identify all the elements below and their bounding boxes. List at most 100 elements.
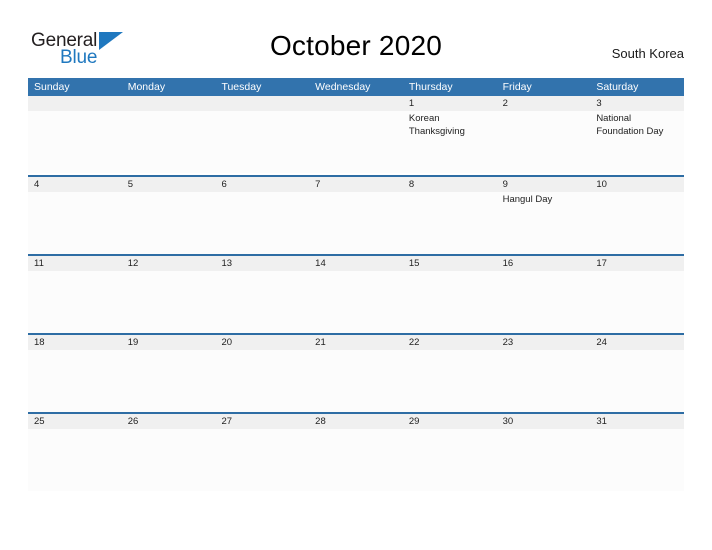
weekday-tuesday: Tuesday bbox=[221, 81, 262, 93]
day-number[interactable]: 19 bbox=[122, 335, 216, 350]
day-number[interactable]: 5 bbox=[122, 177, 216, 192]
week-row: 4 5 6 7 8 9 10 Hangul Day bbox=[28, 175, 684, 254]
day-cell[interactable] bbox=[122, 111, 216, 173]
event-label: National Foundation Day bbox=[596, 113, 664, 137]
day-cell[interactable] bbox=[403, 192, 497, 254]
day-cell[interactable]: Hangul Day bbox=[497, 192, 591, 254]
day-cell[interactable] bbox=[403, 429, 497, 491]
week-date-band: 4 5 6 7 8 9 10 bbox=[28, 177, 684, 192]
weekday-monday: Monday bbox=[127, 81, 166, 93]
weekday-wednesday: Wednesday bbox=[315, 81, 371, 93]
day-cell[interactable] bbox=[122, 350, 216, 412]
day-number[interactable] bbox=[309, 96, 403, 111]
day-number[interactable]: 4 bbox=[28, 177, 122, 192]
day-number[interactable]: 1 bbox=[403, 96, 497, 111]
day-cell[interactable] bbox=[403, 350, 497, 412]
day-number[interactable] bbox=[28, 96, 122, 111]
day-cell[interactable] bbox=[215, 111, 309, 173]
day-number[interactable]: 27 bbox=[215, 414, 309, 429]
week-row: 25 26 27 28 29 30 31 bbox=[28, 412, 684, 491]
day-number[interactable]: 26 bbox=[122, 414, 216, 429]
day-number[interactable]: 21 bbox=[309, 335, 403, 350]
day-cell[interactable] bbox=[215, 429, 309, 491]
day-cell[interactable] bbox=[590, 429, 684, 491]
country-label: South Korea bbox=[611, 46, 684, 61]
week-event-band: Hangul Day bbox=[28, 192, 684, 254]
day-number[interactable] bbox=[122, 96, 216, 111]
day-cell[interactable] bbox=[28, 271, 122, 333]
day-cell[interactable] bbox=[122, 271, 216, 333]
day-number[interactable]: 11 bbox=[28, 256, 122, 271]
day-cell[interactable] bbox=[309, 350, 403, 412]
day-number[interactable]: 14 bbox=[309, 256, 403, 271]
day-cell[interactable] bbox=[28, 429, 122, 491]
week-date-band: 25 26 27 28 29 30 31 bbox=[28, 414, 684, 429]
day-cell[interactable] bbox=[28, 111, 122, 173]
day-number[interactable]: 17 bbox=[590, 256, 684, 271]
day-number[interactable]: 22 bbox=[403, 335, 497, 350]
week-row: 1 2 3 Korean Thanksgiving National Found… bbox=[28, 96, 684, 175]
weekday-thursday: Thursday bbox=[408, 81, 453, 93]
day-cell[interactable]: Korean Thanksgiving bbox=[403, 111, 497, 173]
day-cell[interactable] bbox=[309, 271, 403, 333]
day-cell[interactable] bbox=[403, 271, 497, 333]
day-cell[interactable] bbox=[497, 111, 591, 173]
day-number[interactable]: 24 bbox=[590, 335, 684, 350]
week-event-band bbox=[28, 429, 684, 491]
day-cell[interactable] bbox=[497, 429, 591, 491]
day-number[interactable]: 15 bbox=[403, 256, 497, 271]
week-event-band: Korean Thanksgiving National Foundation … bbox=[28, 111, 684, 173]
day-cell[interactable] bbox=[309, 111, 403, 173]
day-cell[interactable] bbox=[215, 192, 309, 254]
day-cell[interactable] bbox=[28, 350, 122, 412]
day-number[interactable]: 30 bbox=[497, 414, 591, 429]
day-cell[interactable] bbox=[497, 350, 591, 412]
weekday-header-row: Sunday Monday Tuesday Wednesday Thursday… bbox=[28, 78, 684, 96]
day-number[interactable]: 18 bbox=[28, 335, 122, 350]
weekday-friday: Friday bbox=[502, 81, 532, 93]
day-number[interactable]: 7 bbox=[309, 177, 403, 192]
day-number[interactable]: 25 bbox=[28, 414, 122, 429]
day-number[interactable]: 12 bbox=[122, 256, 216, 271]
weekday-sunday: Sunday bbox=[34, 81, 70, 93]
event-label: Korean Thanksgiving bbox=[408, 113, 465, 137]
event-label: Hangul Day bbox=[502, 194, 553, 205]
weekday-saturday: Saturday bbox=[596, 81, 639, 93]
day-cell[interactable] bbox=[215, 350, 309, 412]
week-event-band bbox=[28, 271, 684, 333]
day-cell[interactable] bbox=[28, 192, 122, 254]
day-number[interactable]: 9 bbox=[497, 177, 591, 192]
day-number[interactable]: 20 bbox=[215, 335, 309, 350]
day-number[interactable]: 29 bbox=[403, 414, 497, 429]
day-number[interactable]: 31 bbox=[590, 414, 684, 429]
week-row: 18 19 20 21 22 23 24 bbox=[28, 333, 684, 412]
week-row: 11 12 13 14 15 16 17 bbox=[28, 254, 684, 333]
day-number[interactable]: 6 bbox=[215, 177, 309, 192]
page-header: General Blue October 2020 South Korea bbox=[0, 0, 712, 76]
week-date-band: 1 2 3 bbox=[28, 96, 684, 111]
day-cell[interactable] bbox=[590, 192, 684, 254]
day-number[interactable]: 23 bbox=[497, 335, 591, 350]
day-number[interactable]: 13 bbox=[215, 256, 309, 271]
day-number[interactable]: 3 bbox=[590, 96, 684, 111]
day-cell[interactable] bbox=[309, 429, 403, 491]
day-cell[interactable] bbox=[590, 350, 684, 412]
day-cell[interactable] bbox=[122, 429, 216, 491]
day-cell[interactable] bbox=[215, 271, 309, 333]
calendar-grid: Sunday Monday Tuesday Wednesday Thursday… bbox=[28, 78, 684, 491]
day-number[interactable] bbox=[215, 96, 309, 111]
day-number[interactable]: 10 bbox=[590, 177, 684, 192]
day-cell[interactable]: National Foundation Day bbox=[590, 111, 684, 173]
day-number[interactable]: 28 bbox=[309, 414, 403, 429]
day-cell[interactable] bbox=[497, 271, 591, 333]
day-number[interactable]: 2 bbox=[497, 96, 591, 111]
day-number[interactable]: 16 bbox=[497, 256, 591, 271]
calendar-page: General Blue October 2020 South Korea Su… bbox=[0, 0, 712, 550]
week-event-band bbox=[28, 350, 684, 412]
week-date-band: 18 19 20 21 22 23 24 bbox=[28, 335, 684, 350]
page-title: October 2020 bbox=[269, 30, 443, 61]
day-number[interactable]: 8 bbox=[403, 177, 497, 192]
day-cell[interactable] bbox=[590, 271, 684, 333]
day-cell[interactable] bbox=[309, 192, 403, 254]
day-cell[interactable] bbox=[122, 192, 216, 254]
